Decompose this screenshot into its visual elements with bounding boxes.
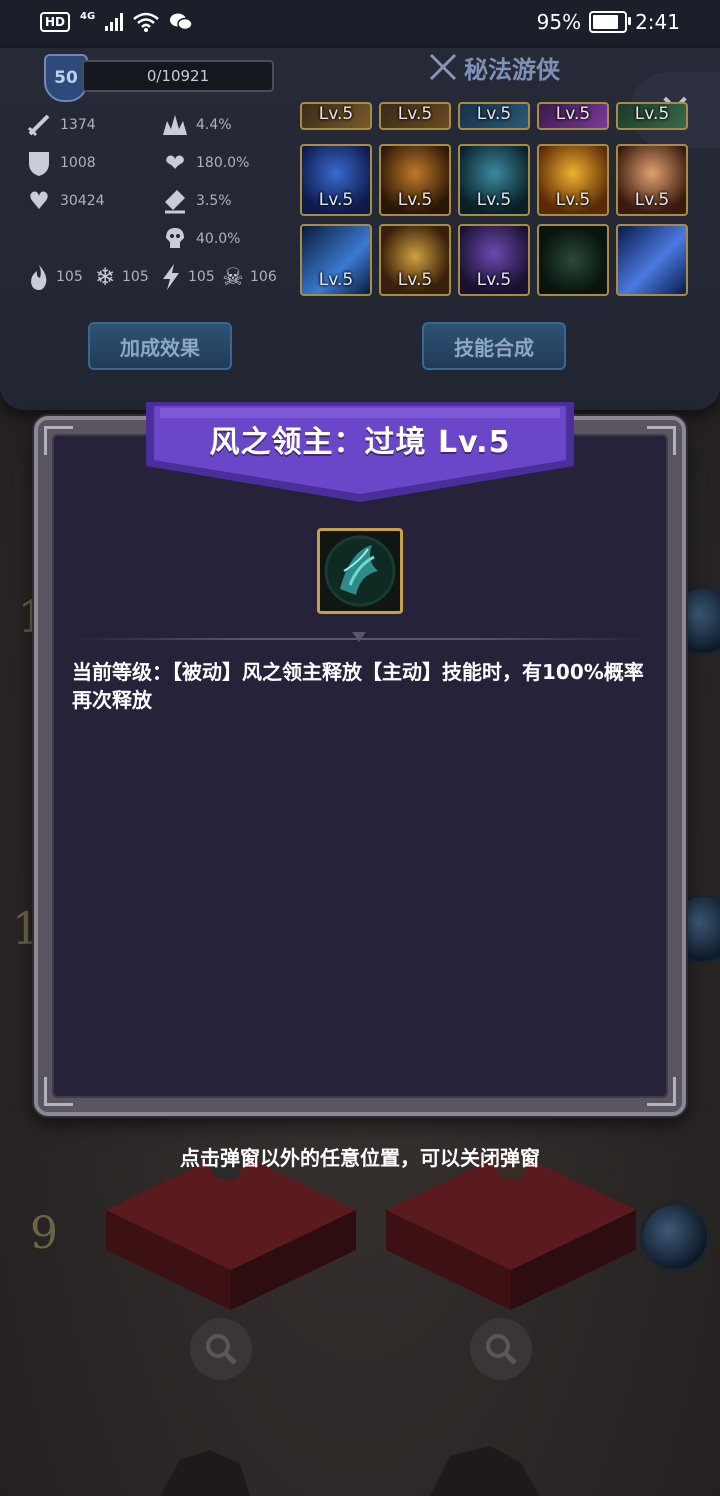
game-screen: 1 1 9 HD 4G 95% 2:41 50 0/10921 秘法游侠 137… bbox=[0, 0, 720, 1496]
hero-pedestal[interactable] bbox=[96, 1150, 366, 1330]
crit-icon bbox=[160, 112, 190, 138]
xp-value: 0/10921 bbox=[146, 67, 210, 85]
skill-slot[interactable]: Lv.5 bbox=[300, 224, 372, 296]
stat-value: 106 bbox=[250, 269, 277, 285]
stat-value: 40.0% bbox=[196, 231, 241, 247]
skill-slot[interactable]: Lv.5 bbox=[379, 144, 451, 216]
stat-fire: 105 bbox=[24, 264, 83, 290]
skull-crossbones-icon: ☠ bbox=[222, 263, 244, 291]
row-number: 9 bbox=[30, 1208, 58, 1259]
skill-grid: Lv.5 Lv.5 Lv.5 Lv.5 Lv.5 Lv.5 Lv.5 Lv.5 … bbox=[298, 102, 690, 300]
skill-slot[interactable]: Lv.5 bbox=[300, 144, 372, 216]
status-bar: HD 4G 95% 2:41 bbox=[0, 0, 720, 48]
stat-value: 105 bbox=[56, 269, 83, 285]
class-title: 秘法游侠 bbox=[428, 52, 560, 84]
stat-defense: 1008 bbox=[24, 150, 96, 176]
skill-slot[interactable]: Lv.5 bbox=[537, 144, 609, 216]
shield-icon bbox=[24, 150, 54, 176]
skill-slot[interactable]: Lv.5 bbox=[379, 102, 451, 130]
level-value: 50 bbox=[54, 68, 78, 88]
skill-slot[interactable]: Lv.5 bbox=[458, 102, 530, 130]
stat-value: 1374 bbox=[60, 117, 96, 133]
battery-icon bbox=[589, 11, 632, 33]
skill-synthesis-button[interactable]: 技能合成 bbox=[422, 322, 566, 370]
hero-silhouettes bbox=[160, 1446, 540, 1496]
skill-slot-selected[interactable] bbox=[537, 224, 609, 296]
stat-skill: 40.0% bbox=[160, 226, 240, 252]
wind-lord-skill-icon bbox=[317, 528, 403, 614]
fire-icon bbox=[24, 264, 54, 290]
stat-value: 30424 bbox=[60, 193, 105, 209]
character-panel: 50 0/10921 秘法游侠 ✕ 1374 bbox=[0, 48, 720, 410]
stats-block: 1374 1008 ♥ 30424 4.4% ❤ 180.0% 3.5% 40.… bbox=[24, 112, 294, 312]
wifi-icon bbox=[133, 12, 159, 32]
xp-bar: 0/10921 bbox=[82, 60, 274, 92]
stat-dodge: 3.5% bbox=[160, 188, 232, 214]
stat-lightning: 105 bbox=[156, 264, 215, 290]
stat-value: 4.4% bbox=[196, 117, 232, 133]
battery-percent: 95% bbox=[536, 10, 582, 34]
hero-pedestal[interactable] bbox=[376, 1150, 646, 1330]
network-type: 4G bbox=[80, 10, 96, 22]
bonus-effects-button[interactable]: 加成效果 bbox=[88, 322, 232, 370]
skill-slot[interactable]: Lv.5 bbox=[379, 224, 451, 296]
hd-badge: HD bbox=[40, 12, 71, 32]
orb-icon[interactable] bbox=[640, 1202, 710, 1272]
search-icon[interactable] bbox=[470, 1318, 532, 1380]
stat-value: 105 bbox=[188, 269, 215, 285]
skill-description: 当前等级：【被动】风之领主释放【主动】技能时，有100%概率再次释放 bbox=[72, 660, 644, 712]
clock: 2:41 bbox=[635, 10, 680, 34]
class-name: 秘法游侠 bbox=[464, 55, 560, 84]
skill-slot[interactable]: Lv.5 bbox=[616, 102, 688, 130]
stat-poison: ☠ 106 bbox=[218, 263, 277, 291]
skill-slot[interactable]: Lv.5 bbox=[537, 102, 609, 130]
search-icon[interactable] bbox=[190, 1318, 252, 1380]
stat-ice: ❄ 105 bbox=[90, 263, 149, 291]
stat-crit-rate: 4.4% bbox=[160, 112, 232, 138]
stat-value: 3.5% bbox=[196, 193, 232, 209]
stat-value: 1008 bbox=[60, 155, 96, 171]
skill-slot[interactable]: Lv.5 bbox=[300, 102, 372, 130]
crossed-swords-icon bbox=[429, 53, 457, 81]
snowflake-icon: ❄ bbox=[94, 263, 116, 291]
stat-attack: 1374 bbox=[24, 112, 96, 138]
stat-crit-damage: ❤ 180.0% bbox=[160, 149, 250, 177]
lightning-icon bbox=[156, 264, 186, 290]
close-hint: 点击弹窗以外的任意位置，可以关闭弹窗 bbox=[180, 1146, 540, 1170]
sword-icon bbox=[24, 112, 54, 138]
signal-icon bbox=[105, 13, 124, 31]
button-label: 技能合成 bbox=[454, 335, 534, 360]
skill-detail-popup[interactable] bbox=[34, 416, 686, 1116]
stat-value: 105 bbox=[122, 269, 149, 285]
popup-title: 风之领主：过境 Lv.5 bbox=[209, 425, 511, 460]
skill-slot[interactable]: Lv.5 bbox=[458, 144, 530, 216]
heart-icon: ♥ bbox=[28, 187, 50, 215]
button-label: 加成效果 bbox=[120, 335, 200, 360]
skill-slot[interactable]: Lv.5 bbox=[616, 144, 688, 216]
skill-slot[interactable]: Lv.5 bbox=[458, 224, 530, 296]
skull-icon bbox=[160, 226, 190, 252]
stat-value: 180.0% bbox=[196, 155, 250, 171]
dodge-icon bbox=[160, 188, 190, 214]
broken-heart-icon: ❤ bbox=[164, 149, 186, 177]
stat-hp: ♥ 30424 bbox=[24, 187, 105, 215]
wechat-icon bbox=[170, 13, 193, 31]
popup-title-banner: 风之领主：过境 Lv.5 bbox=[146, 398, 574, 504]
divider-ornament bbox=[352, 632, 366, 642]
skill-slot[interactable] bbox=[616, 224, 688, 296]
